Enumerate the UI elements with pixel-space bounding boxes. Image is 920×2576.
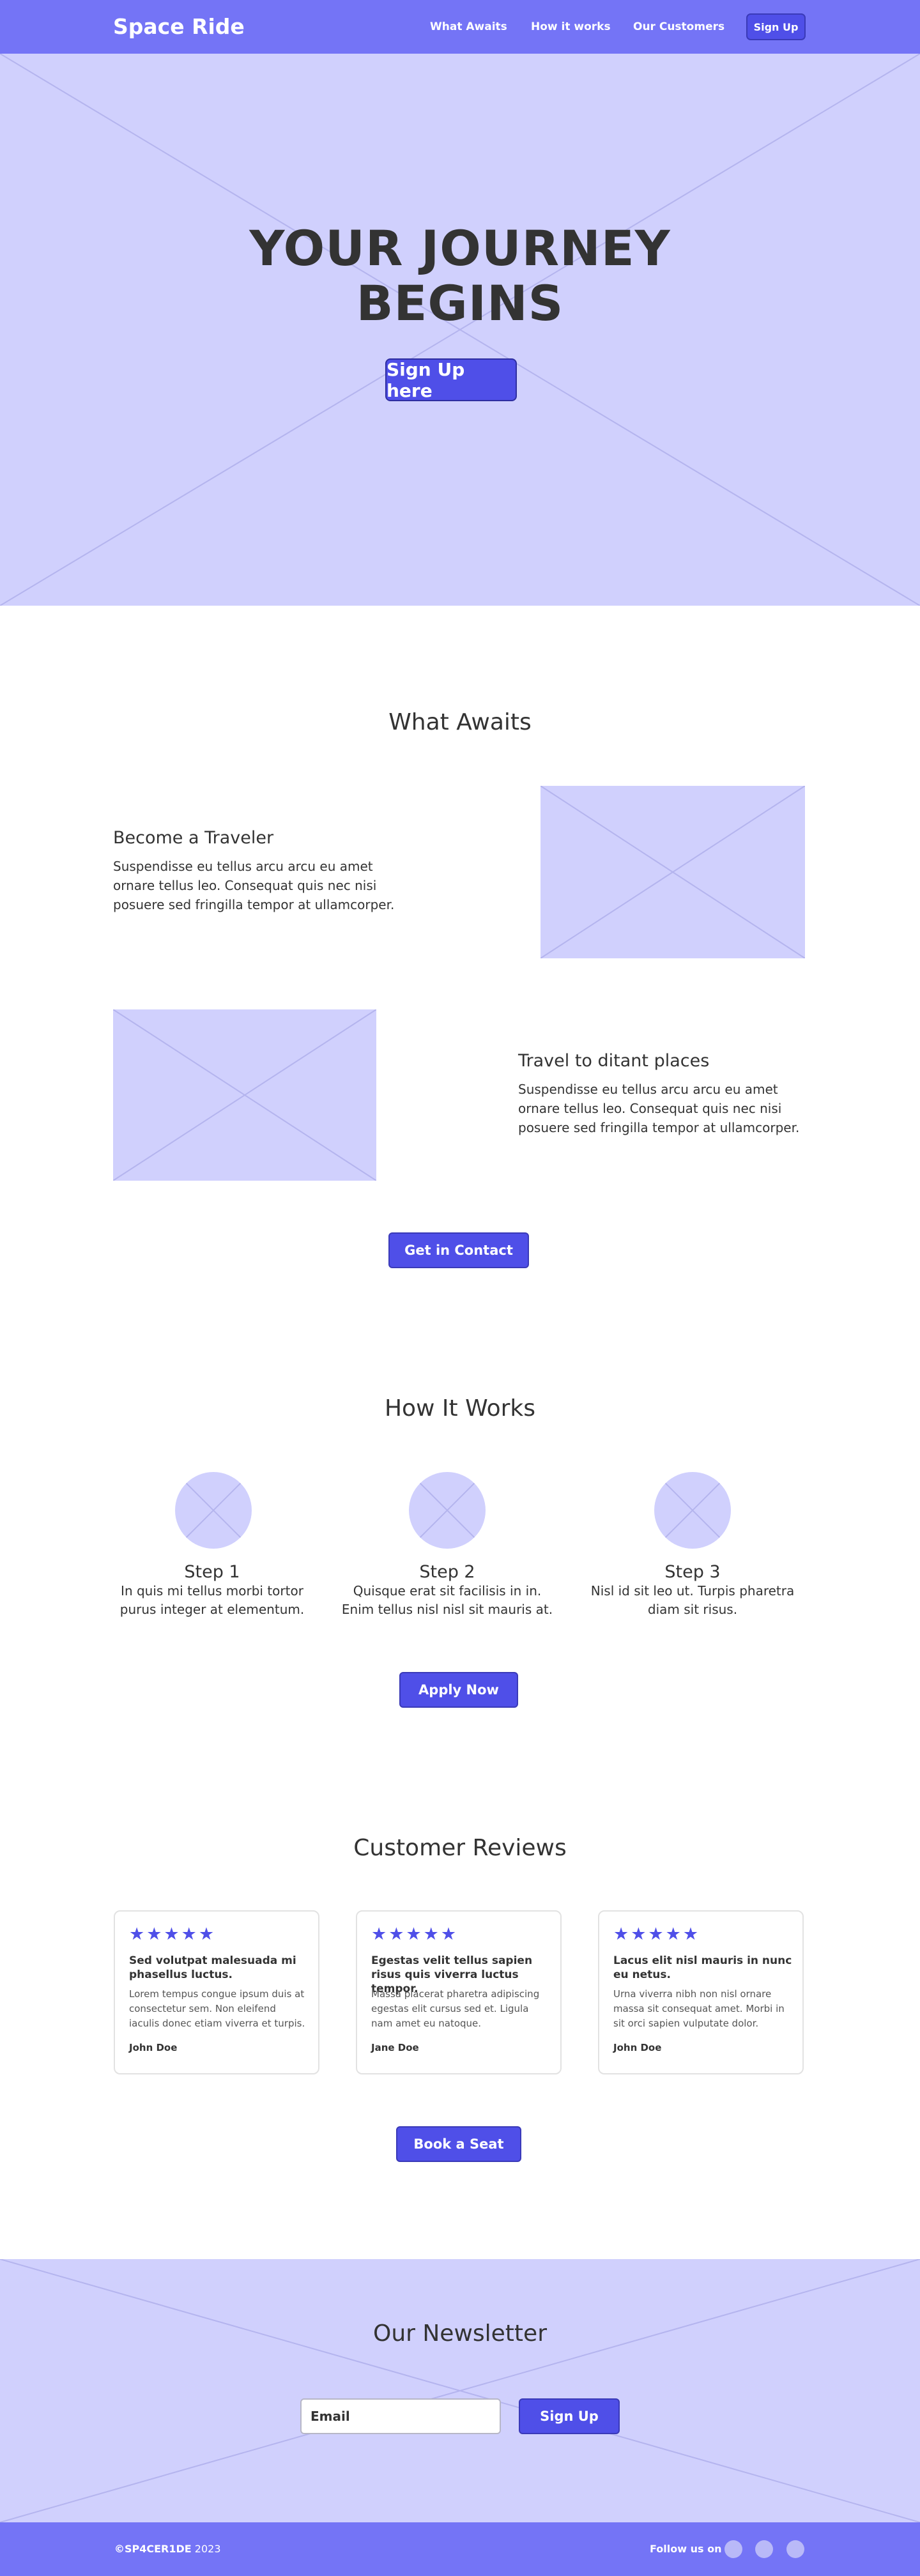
feature-1-body: Suspendisse eu tellus arcu arcu eu amet …: [113, 859, 395, 912]
footer-brand: ©SP4CER1DE: [114, 2543, 192, 2555]
footer-year: 2023: [191, 2543, 221, 2555]
newsletter-signup-button[interactable]: Sign Up: [519, 2398, 620, 2434]
how-it-works-title: How It Works: [384, 1395, 536, 1422]
social-icon[interactable]: [724, 2540, 742, 2558]
footer-copyright: ©SP4CER1DE 2023: [114, 2542, 221, 2556]
customer-reviews-title: Customer Reviews: [353, 1835, 567, 1861]
review-body: Lorem tempus congue ipsum duis at consec…: [129, 1988, 305, 2029]
feature-2-heading: Travel to ditant places: [518, 1051, 710, 1071]
apply-now-button[interactable]: Apply Now: [399, 1672, 518, 1708]
feature-1-heading: Become a Traveler: [113, 828, 274, 848]
social-icon[interactable]: [755, 2540, 773, 2558]
star-rating: ★★★★★: [371, 1924, 459, 1944]
nav-signup-button[interactable]: Sign Up: [746, 13, 806, 40]
star-rating: ★★★★★: [129, 1924, 217, 1944]
step-3-body: Nisl id sit leo ut. Turpis pharetra diam…: [590, 1583, 795, 1617]
book-a-seat-button[interactable]: Book a Seat: [396, 2126, 521, 2162]
hero-signup-button[interactable]: Sign Up here: [385, 358, 517, 401]
step-1-image: [175, 1472, 252, 1549]
star-rating: ★★★★★: [613, 1924, 701, 1944]
top-nav: Space Ride What Awaits How it works Our …: [0, 0, 920, 54]
step-2-body: Quisque erat sit facilisis in in. Enim t…: [341, 1583, 553, 1617]
step-2-title: Step 2: [419, 1562, 475, 1582]
review-body: Massa placerat pharetra adipiscing egest…: [371, 1988, 540, 2029]
newsletter-background-image: [0, 2259, 920, 2522]
hero-title: YOUR JOURNEY BEGINS: [204, 221, 716, 331]
nav-link-what-awaits[interactable]: What Awaits: [430, 19, 507, 34]
feature-1-image: [540, 786, 805, 958]
feature-2-image: [113, 1009, 376, 1181]
review-author: John Doe: [129, 2042, 178, 2053]
review-body: Urna viverra nibh non nisl ornare massa …: [613, 1988, 785, 2029]
review-card: ★★★★★ Sed volutpat malesuada mi phasellu…: [114, 1910, 319, 2074]
social-icon[interactable]: [786, 2540, 804, 2558]
review-author: Jane Doe: [371, 2042, 419, 2053]
hero-title-line-2: BEGINS: [356, 275, 564, 332]
step-2-image: [409, 1472, 486, 1549]
step-3-image: [654, 1472, 731, 1549]
nav-link-how-it-works[interactable]: How it works: [531, 19, 611, 34]
hero-title-line-1: YOUR JOURNEY: [249, 220, 671, 277]
what-awaits-title: What Awaits: [388, 709, 532, 735]
review-title: Lacus elit nisl mauris in nunc eu netus.: [613, 1954, 792, 1981]
newsletter-section: Our Newsletter Sign Up: [0, 2259, 920, 2522]
get-in-contact-button[interactable]: Get in Contact: [388, 1232, 529, 1268]
nav-link-our-customers[interactable]: Our Customers: [633, 19, 724, 34]
hero-section: YOUR JOURNEY BEGINS Sign Up here: [0, 54, 920, 606]
step-3-title: Step 3: [664, 1562, 721, 1582]
footer: ©SP4CER1DE 2023 Follow us on: [0, 2522, 920, 2576]
review-author: John Doe: [613, 2042, 662, 2053]
review-card: ★★★★★ Egestas velit tellus sapien risus …: [356, 1910, 562, 2074]
brand-logo[interactable]: Space Ride: [113, 13, 245, 41]
follow-us-label: Follow us on: [650, 2543, 722, 2555]
newsletter-title: Our Newsletter: [372, 2320, 547, 2347]
review-title: Sed volutpat malesuada mi phasellus luct…: [129, 1954, 296, 1981]
step-1-body: In quis mi tellus morbi tortor purus int…: [119, 1583, 305, 1617]
step-1-title: Step 1: [184, 1562, 240, 1582]
email-input[interactable]: [300, 2398, 501, 2434]
feature-2-body: Suspendisse eu tellus arcu arcu eu amet …: [518, 1082, 800, 1135]
review-card: ★★★★★ Lacus elit nisl mauris in nunc eu …: [598, 1910, 804, 2074]
